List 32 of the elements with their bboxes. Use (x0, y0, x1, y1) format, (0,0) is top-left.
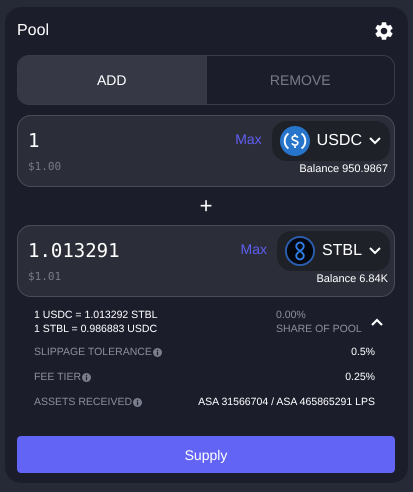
info-icon[interactable] (133, 398, 142, 406)
supply-button[interactable]: Supply (17, 436, 395, 473)
chevron-down-icon (369, 137, 381, 145)
info-icon[interactable] (82, 372, 92, 382)
detail-value: ASA 31566704 / ASA 465865291 LPS (198, 396, 375, 408)
chevron-up-icon[interactable] (371, 318, 383, 326)
usd-value: $1.00 (28, 160, 62, 173)
chevron-down-icon (369, 247, 381, 255)
mode-tab[interactable]: REMOVE (206, 56, 394, 104)
amount-input[interactable]: 1.013291 (28, 240, 241, 262)
pool-title: Pool (17, 22, 50, 40)
detail-label: ASSETS RECEIVED (34, 396, 132, 408)
settings-icon[interactable] (373, 20, 395, 42)
detail-label: FEE TIER (34, 371, 82, 383)
balance-text: Balance 6.84K (316, 273, 388, 285)
detail-label: SLIPPAGE TOLERANCE (34, 346, 152, 358)
balance-text: Balance 950.9867 (299, 163, 388, 175)
token-selector[interactable]: USDC (272, 121, 390, 161)
exchange-rate: 1 USDC = 1.013292 STBL (34, 309, 158, 321)
plus-sign: + (198, 195, 214, 217)
exchange-rate: 1 STBL = 0.986883 USDC (34, 323, 158, 335)
amount-input[interactable]: 1 (28, 130, 236, 152)
share-label: SHARE OF POOL (276, 323, 363, 335)
share-value: 0.00% (276, 309, 307, 321)
mode-tab[interactable]: ADD (18, 56, 206, 104)
dollar-coin-icon (280, 126, 310, 156)
detail-value: 0.25% (345, 371, 375, 383)
detail-value: 0.5% (351, 346, 375, 358)
usd-value: $1.01 (28, 270, 62, 283)
token-selector[interactable]: STBL (276, 231, 390, 271)
loop-coin-icon (284, 236, 315, 266)
info-icon[interactable] (152, 348, 162, 356)
